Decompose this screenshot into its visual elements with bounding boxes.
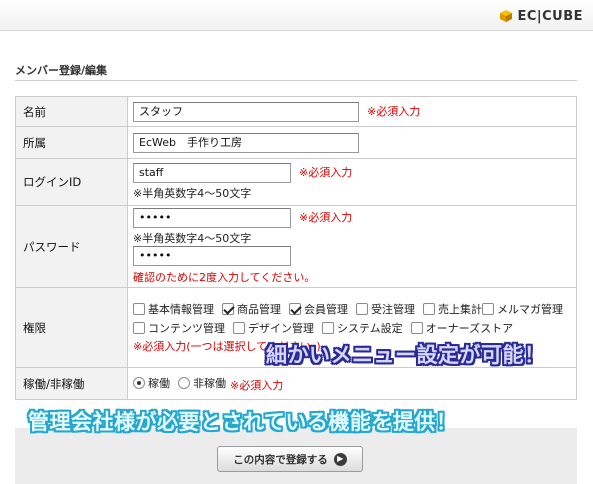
permission-products[interactable]: 商品管理 [222,301,281,317]
page-title: メンバー登録/編集 [15,64,108,77]
row-password: パスワード ••••• ※必須入力 ※半角英数字4～50文字 ••••• 確認のた… [15,205,577,288]
feature-caption: 管理会社様が必要とされている機能を提供！ [28,410,458,434]
checkbox[interactable] [133,303,145,315]
department-input[interactable]: EcWeb 手作り工房 [133,132,359,153]
cube-icon [499,9,513,23]
eccube-logo: EC|CUBE [499,7,583,25]
row-name: 名前 スタッフ ※必須入力 [15,96,577,127]
permissions-label: 権限 [15,287,128,368]
permission-design[interactable]: デザイン管理 [233,320,314,336]
permission-members[interactable]: 会員管理 [289,301,348,317]
password-label: パスワード [15,205,128,288]
password-required: ※必須入力 [299,211,353,224]
permission-owners-store[interactable]: オーナーズストア [410,320,513,336]
name-input[interactable]: スタッフ [133,101,359,122]
top-bar: EC|CUBE [0,0,593,31]
status-label: 稼働/非稼働 [15,367,128,400]
password-confirm-note: 確認のために2度入力してください。 [133,271,316,284]
login-id-label: ログインID [15,158,128,206]
permission-contents[interactable]: コンテンツ管理 [133,320,225,336]
name-label: 名前 [15,96,128,127]
login-id-input[interactable]: staff [133,163,291,183]
password-note: ※半角英数字4～50文字 [133,232,252,245]
checkbox[interactable] [356,303,368,315]
register-button[interactable]: この内容で登録する ▶ [217,446,363,472]
logo-text: EC|CUBE [517,8,583,24]
checkbox[interactable] [410,322,423,334]
permission-orders[interactable]: 受注管理 [356,301,415,317]
checkbox-checked[interactable] [222,303,234,315]
password-confirm-input[interactable]: ••••• [133,246,291,266]
name-required: ※必須入力 [367,104,421,118]
permission-sales[interactable]: 売上集計 [423,301,482,317]
register-button-label: この内容で登録する [233,453,328,466]
department-label: 所属 [15,126,128,159]
title-divider [15,80,577,81]
checkbox[interactable] [322,322,334,334]
checkbox[interactable] [233,322,245,334]
permission-system[interactable]: システム設定 [322,320,403,336]
row-login-id: ログインID staff ※必須入力 ※半角英数字4～50文字 [15,158,577,206]
password-input[interactable]: ••••• [133,208,291,228]
login-id-note: ※半角英数字4～50文字 [133,187,252,200]
menu-setting-caption: 細かいメニュー設定が可能！ [266,343,546,367]
login-id-required: ※必須入力 [299,166,353,179]
permissions-checkbox-group: 基本情報管理 商品管理 会員管理 受注管理 売上集計 メルマガ管理 コンテンツ管… [133,301,572,336]
permission-basic-info[interactable]: 基本情報管理 [133,301,214,317]
arrow-right-icon: ▶ [333,452,347,466]
radio-selected[interactable] [133,376,145,389]
radio[interactable] [178,376,190,389]
row-status: 稼働/非稼働 稼働 非稼働 ※必須入力 [15,367,577,400]
checkbox-checked[interactable] [289,303,301,315]
checkbox[interactable] [482,303,494,315]
row-department: 所属 EcWeb 手作り工房 [15,126,577,159]
status-active-radio[interactable]: 稼働 [133,375,170,391]
permission-mailmag[interactable]: メルマガ管理 [482,301,563,317]
checkbox[interactable] [423,303,435,315]
status-required: ※必須入力 [230,378,284,392]
status-inactive-radio[interactable]: 非稼働 [178,375,226,391]
checkbox[interactable] [133,322,145,334]
